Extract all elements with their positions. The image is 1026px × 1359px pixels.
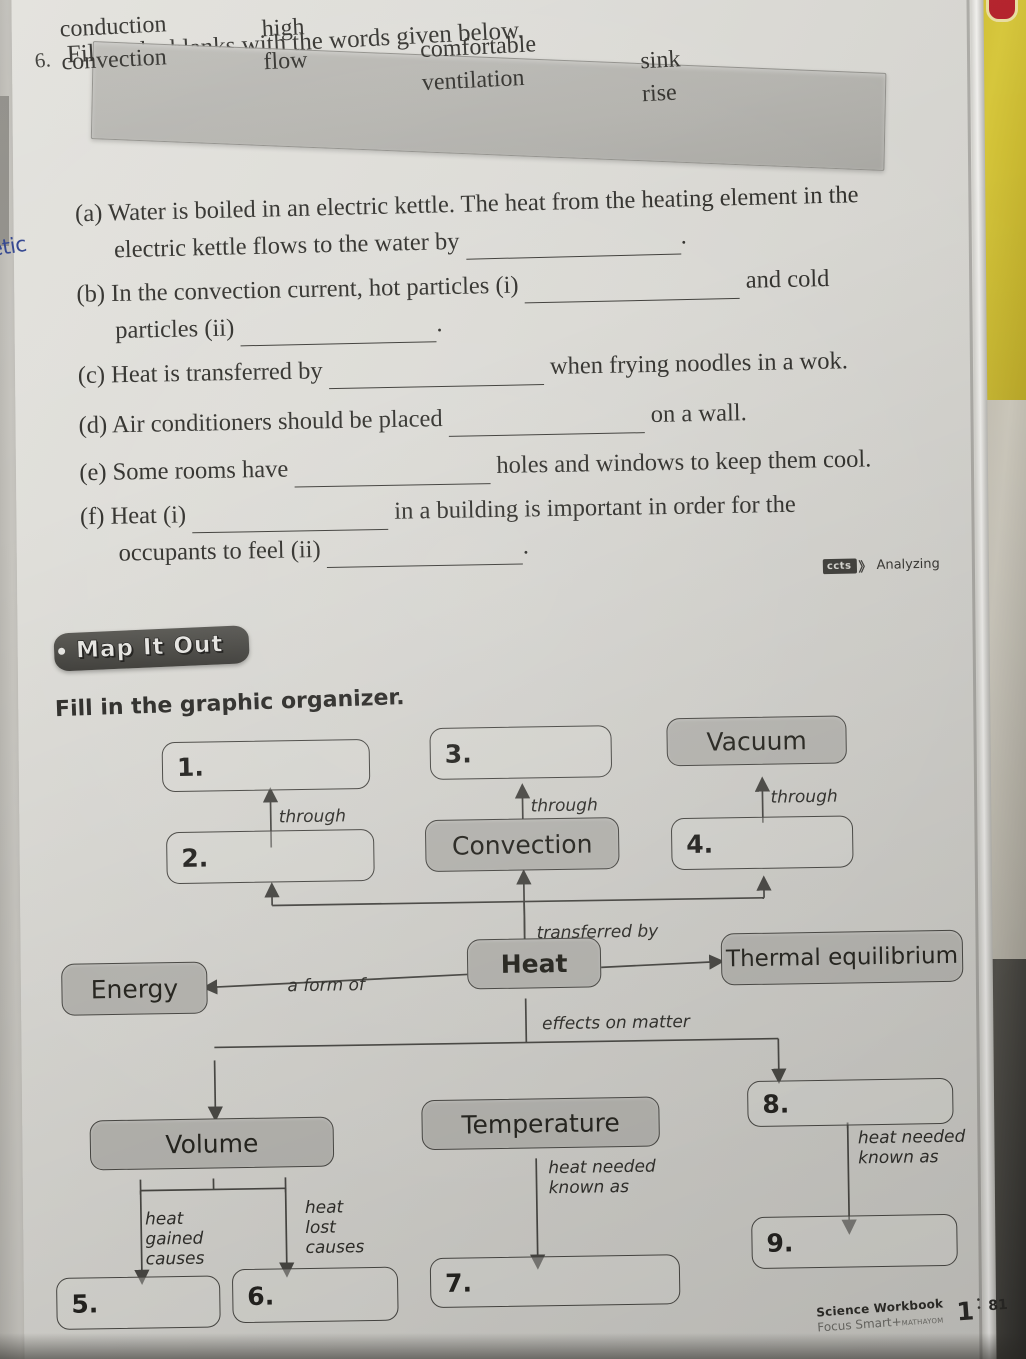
footer-imprint: MATHAYOM (901, 1316, 944, 1328)
organizer-node-2[interactable]: 2. (165, 828, 375, 885)
organizer-node-9[interactable]: 9. (751, 1213, 958, 1270)
graphic-organizer: 1. 2. 3. Vacuum Convection 4. Heat Energ… (0, 0, 1026, 1359)
organizer-node-3[interactable]: 3. (429, 725, 613, 781)
edge-label-transferred-by: transferred by (536, 921, 659, 944)
edge-label-through-3: through (770, 786, 838, 808)
organizer-node-7[interactable]: 7. (429, 1254, 681, 1309)
edge-label-heat-lost-causes: heat lost causes (304, 1197, 365, 1259)
footer-volume-number: 1 (955, 1296, 976, 1327)
page-bottom-shadow (0, 1333, 1026, 1359)
organizer-node-heat: Heat (466, 937, 602, 990)
footer-page-number: 81 (987, 1296, 1009, 1315)
organizer-node-6[interactable]: 6. (231, 1266, 399, 1324)
organizer-node-thermal-equilibrium: Thermal equilibrium (720, 929, 964, 986)
footer-dot-separator: • • (975, 1295, 983, 1314)
edge-label-heat-needed-known-as-1: heat needed known as (548, 1156, 656, 1199)
edge-label-heat-needed-known-as-2: heat needed known as (857, 1126, 966, 1169)
organizer-node-vacuum: Vacuum (666, 715, 847, 767)
edge-label-through-1: through (278, 806, 347, 828)
organizer-node-energy: Energy (61, 961, 208, 1016)
edge-label-a-form-of: a form of (287, 975, 366, 997)
organizer-node-temperature: Temperature (421, 1096, 660, 1151)
edge-label-heat-gained-causes: heat gained causes (144, 1208, 205, 1270)
organizer-node-4[interactable]: 4. (670, 815, 854, 871)
organizer-node-volume: Volume (89, 1116, 335, 1171)
worksheet-page-photo: etic 6. Fill in the blanks with the word… (0, 0, 1026, 1359)
organizer-node-convection: Convection (424, 817, 620, 873)
organizer-node-5[interactable]: 5. (55, 1275, 221, 1330)
page-content: etic 6. Fill in the blanks with the word… (0, 0, 1026, 1359)
edge-label-effects-on-matter: effects on matter (541, 1011, 690, 1035)
edge-label-through-2: through (530, 795, 598, 817)
organizer-node-1[interactable]: 1. (161, 738, 371, 793)
organizer-node-8[interactable]: 8. (746, 1077, 954, 1128)
